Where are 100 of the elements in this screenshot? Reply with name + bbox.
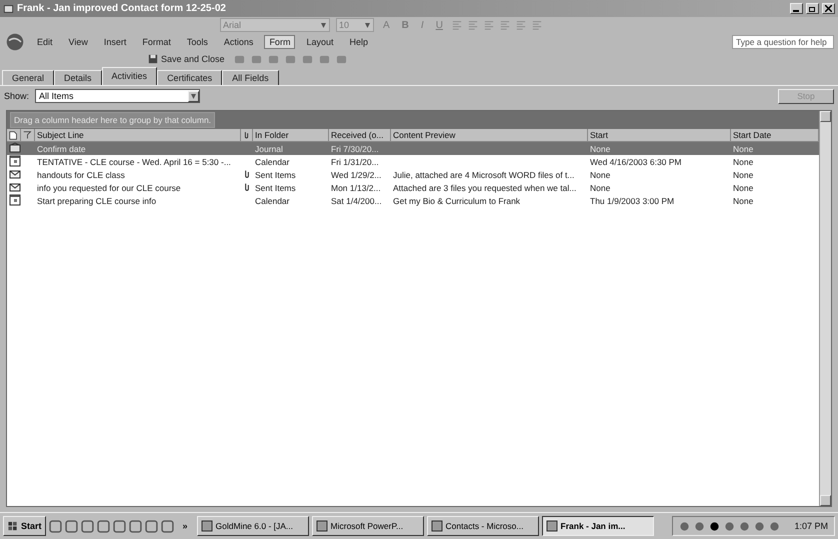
quick-launch-icon — [144, 520, 158, 532]
table-cell-text: Thu 1/9/2003 3:00 PM — [589, 196, 676, 206]
quick-launch-icon — [160, 520, 174, 532]
toolbar-icon — [234, 54, 245, 64]
table-cell-text: Calendar — [254, 196, 290, 206]
column-header[interactable]: In Folder — [253, 129, 329, 141]
help-search-field[interactable]: Type a question for help — [732, 35, 834, 49]
table-cell-text: None — [732, 157, 754, 167]
tray-icon — [754, 520, 766, 532]
taskbar-button[interactable]: GoldMine 6.0 - [JA... — [196, 516, 309, 536]
toolbar-icon — [268, 54, 279, 64]
quick-launch-icon — [128, 520, 142, 532]
close-button[interactable] — [822, 3, 835, 14]
toolbar-icon — [284, 54, 296, 64]
align-icon — [516, 20, 526, 30]
table-cell-text: Fri 1/31/20... — [330, 157, 380, 167]
start-button[interactable]: Start — [3, 516, 46, 536]
dropdown-arrow-icon — [190, 94, 198, 98]
tab[interactable]: Certificates — [157, 70, 222, 85]
toolbar-icon — [336, 54, 347, 64]
taskbar-button[interactable]: Frank - Jan im... — [542, 516, 654, 536]
table-cell-text: Start preparing CLE course info — [36, 196, 158, 206]
column-header[interactable]: Content Preview — [391, 129, 588, 141]
table-cell-text: Sent Items — [254, 183, 297, 193]
quick-launch-icon — [96, 520, 110, 532]
calendar-icon — [9, 194, 21, 206]
group-by-hint: Drag a column header here to group by that column. — [10, 112, 216, 128]
tab[interactable]: Activities — [102, 67, 158, 85]
column-header[interactable]: Received (o... — [329, 129, 391, 141]
show-label: Show: — [4, 91, 30, 101]
column-header[interactable]: Start — [588, 129, 731, 141]
menu-item[interactable]: Layout — [301, 35, 338, 49]
tab[interactable]: All Fields — [222, 70, 279, 85]
align-icon — [484, 20, 494, 30]
calendar-icon — [9, 155, 21, 167]
table-cell-text: handouts for CLE class — [36, 170, 126, 180]
table-cell-text: None — [732, 170, 754, 180]
table-cell-text: info you requested for our CLE course — [36, 183, 182, 193]
tab[interactable]: General — [2, 70, 54, 85]
tray-icon — [694, 520, 706, 532]
document-icon — [9, 130, 18, 140]
item-row[interactable]: Confirm date Journal Fri 7/30/20... None None — [7, 142, 819, 155]
toolbar-icon — [302, 54, 313, 64]
menu-item[interactable]: Format — [137, 35, 176, 49]
table-cell-text: Get my Bio & Curriculum to Frank — [392, 196, 522, 206]
toolbar-icon — [250, 54, 262, 64]
tray-icon — [739, 520, 750, 532]
restore-icon — [809, 5, 816, 12]
table-cell-text: Journal — [254, 144, 284, 154]
minimize-button[interactable] — [790, 3, 803, 14]
menu-item[interactable]: Insert — [98, 35, 132, 49]
table-cell-text: Julie, attached are 4 Microsoft WORD files of t... — [392, 170, 576, 180]
table-cell-text: Confirm date — [36, 144, 87, 154]
table-cell-text: TENTATIVE - CLE course - Wed. April 16 = 5:30 -... — [36, 157, 232, 167]
table-cell-text: None — [732, 196, 754, 206]
menu-item[interactable]: View — [64, 35, 93, 49]
taskbar-button[interactable]: Microsoft PowerP... — [312, 516, 424, 536]
menu-item[interactable]: Edit — [32, 35, 58, 49]
menu-item[interactable]: Form — [264, 35, 296, 49]
envelope-icon — [9, 168, 21, 180]
app-icon — [546, 520, 558, 532]
tray-icon — [724, 520, 736, 532]
more-chevron[interactable]: » — [176, 521, 194, 531]
toolbar-icon — [318, 54, 330, 64]
quick-launch-icon — [64, 520, 78, 532]
app-icon — [200, 520, 213, 532]
table-cell-text: None — [589, 144, 612, 154]
dropdown-arrow-icon — [364, 22, 371, 28]
table-cell-text: Mon 1/13/2... — [330, 183, 382, 193]
taskbar-button[interactable]: Contacts - Microso... — [426, 516, 539, 536]
table-cell-text: Wed 1/29/2... — [330, 170, 382, 180]
menu-item[interactable]: Tools — [182, 35, 213, 49]
app-icon — [430, 520, 443, 532]
restore-button[interactable] — [806, 3, 819, 14]
table-cell-text: Attached are 3 files you requested when we tal... — [392, 183, 578, 193]
windows-logo-icon — [7, 520, 19, 532]
table-cell-text: Calendar — [254, 157, 290, 167]
close-icon — [825, 5, 832, 12]
window-title: Frank - Jan improved Contact form 12-25-02 — [17, 3, 227, 14]
tab[interactable]: Details — [54, 70, 102, 85]
table-cell-text: None — [589, 183, 612, 193]
journal-icon — [9, 142, 21, 154]
dropdown-arrow-icon — [320, 22, 327, 28]
tray-icon — [679, 520, 690, 532]
menu-item[interactable]: Help — [344, 35, 373, 49]
save-and-close-button[interactable]: Save and Close — [145, 52, 228, 66]
contact-card-icon — [3, 4, 14, 14]
column-header[interactable]: Subject Line — [35, 129, 241, 141]
tray-icon — [769, 520, 780, 532]
align-icon — [500, 20, 510, 30]
quick-launch-icon — [48, 520, 62, 532]
clock: 1:07 PM — [794, 521, 828, 531]
menu-item[interactable]: Actions — [218, 35, 258, 49]
app-icon — [316, 520, 328, 532]
align-icon — [468, 20, 478, 30]
scrollbar[interactable] — [819, 111, 831, 506]
envelope-icon — [9, 181, 21, 193]
align-icon — [532, 20, 542, 30]
show-dropdown[interactable]: All Items — [35, 89, 200, 103]
table-cell-text: None — [732, 183, 754, 193]
